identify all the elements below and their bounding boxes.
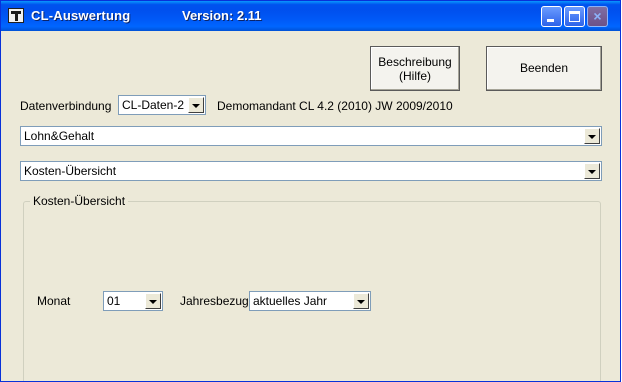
group-title: Kosten-Übersicht: [30, 194, 129, 208]
maximize-icon: [569, 11, 580, 22]
app-icon[interactable]: [8, 8, 24, 23]
year-reference-select-value: aktuelles Jahr: [253, 294, 328, 308]
minimize-button[interactable]: [541, 6, 562, 27]
report-select-value: Kosten-Übersicht: [24, 164, 117, 178]
connection-label: Datenverbindung: [20, 99, 112, 113]
report-select[interactable]: Kosten-Übersicht: [20, 161, 602, 181]
help-button-label-line1: Beschreibung: [378, 55, 452, 69]
chevron-down-icon: [192, 104, 200, 108]
month-label: Monat: [37, 294, 71, 308]
chevron-down-icon: [588, 170, 596, 174]
month-select[interactable]: 01: [103, 291, 163, 311]
year-reference-select[interactable]: aktuelles Jahr: [249, 291, 371, 311]
chevron-down-icon: [149, 300, 157, 304]
connection-dropdown-button[interactable]: [188, 97, 204, 113]
close-button[interactable]: ×: [587, 6, 608, 27]
client-info-text: Demomandant CL 4.2 (2010) JW 2009/2010: [217, 99, 453, 113]
year-reference-label: Jahresbezug: [180, 294, 249, 308]
chevron-down-icon: [588, 135, 596, 139]
year-reference-dropdown-button[interactable]: [353, 293, 369, 309]
maximize-button[interactable]: [564, 6, 585, 27]
close-icon: ×: [593, 8, 602, 24]
minimize-icon: [547, 19, 554, 22]
chevron-down-icon: [357, 300, 365, 304]
module-select-value: Lohn&Gehalt: [24, 129, 95, 143]
app-window: CL-Auswertung Version: 2.11 × Beschreibu…: [0, 0, 621, 382]
window-version: Version: 2.11: [182, 8, 262, 23]
module-dropdown-button[interactable]: [584, 128, 600, 144]
report-dropdown-button[interactable]: [584, 163, 600, 179]
module-select[interactable]: Lohn&Gehalt: [20, 126, 602, 146]
title-bar[interactable]: CL-Auswertung Version: 2.11 ×: [1, 1, 620, 31]
month-dropdown-button[interactable]: [145, 293, 161, 309]
connection-select[interactable]: CL-Daten-2: [118, 95, 206, 115]
help-button[interactable]: Beschreibung (Hilfe): [370, 46, 460, 91]
help-button-label-line2: (Hilfe): [399, 69, 431, 83]
connection-select-value: CL-Daten-2: [122, 98, 185, 112]
month-select-value: 01: [107, 294, 121, 308]
window-title: CL-Auswertung: [31, 8, 131, 23]
exit-button[interactable]: Beenden: [486, 46, 602, 91]
